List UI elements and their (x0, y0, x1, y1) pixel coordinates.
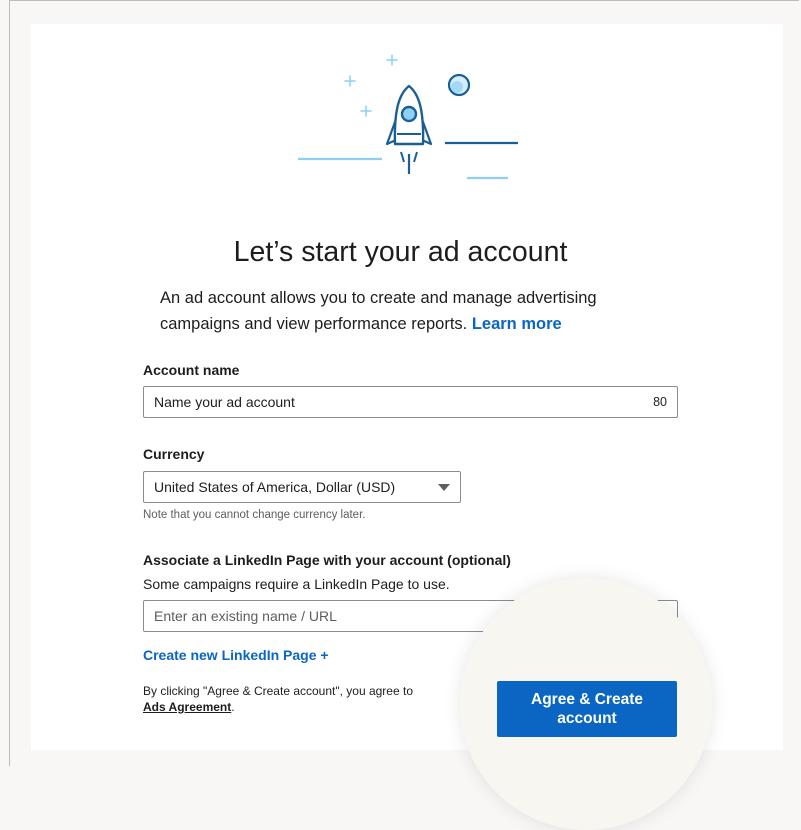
agree-create-account-button[interactable]: Agree & Create account (497, 681, 677, 737)
character-count: 80 (653, 395, 667, 409)
learn-more-link[interactable]: Learn more (472, 315, 562, 333)
rocket-illustration-icon (298, 54, 518, 180)
create-linkedin-page-link[interactable]: Create new LinkedIn Page + (143, 647, 329, 663)
legal-text: By clicking "Agree & Create account", yo… (143, 683, 473, 715)
legal-prefix: By clicking "Agree & Create account", yo… (143, 684, 413, 698)
linkedin-page-subtext: Some campaigns require a LinkedIn Page t… (143, 576, 450, 592)
account-name-input[interactable]: Name your ad account 80 (143, 386, 678, 418)
chevron-down-icon (438, 483, 450, 491)
ads-agreement-link[interactable]: Ads Agreement (143, 700, 231, 714)
page-title: Let’s start your ad account (233, 236, 568, 268)
linkedin-page-label: Associate a LinkedIn Page with your acco… (143, 552, 511, 568)
legal-suffix: . (231, 700, 235, 714)
currency-select[interactable]: United States of America, Dollar (USD) (143, 471, 461, 503)
account-name-placeholder: Name your ad account (154, 394, 295, 410)
currency-label: Currency (143, 446, 205, 462)
intro-paragraph: An ad account allows you to create and m… (160, 285, 660, 337)
currency-selected-value: United States of America, Dollar (USD) (154, 479, 396, 495)
account-name-label: Account name (143, 362, 240, 378)
currency-note: Note that you cannot change currency lat… (143, 509, 366, 521)
